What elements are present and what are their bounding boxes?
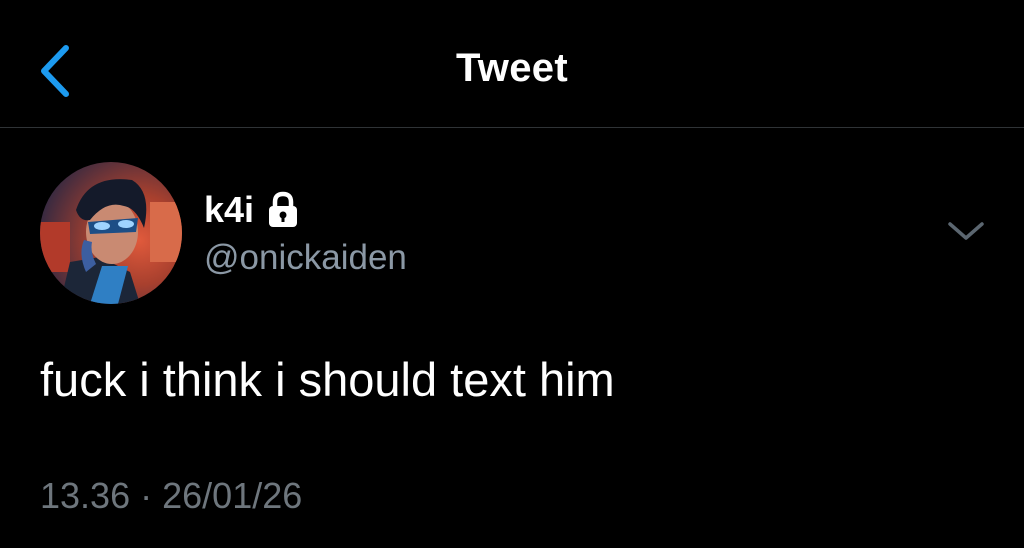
author-handle[interactable]: @onickaiden xyxy=(204,236,407,280)
lock-icon xyxy=(266,191,300,229)
tweet-detail: k4i @onickaiden fuck i think i should te… xyxy=(0,128,1024,548)
tweet-timestamp[interactable]: 13.36 · 26/01/26 xyxy=(40,474,302,518)
tweet-date: 26/01/26 xyxy=(162,475,303,516)
avatar[interactable] xyxy=(40,162,182,304)
more-options-button[interactable] xyxy=(944,216,988,246)
chevron-down-icon xyxy=(944,216,988,246)
meta-separator: · xyxy=(140,475,153,516)
tweet-time: 13.36 xyxy=(40,475,131,516)
page-title: Tweet xyxy=(456,46,568,90)
tweet-text: fuck i think i should text him xyxy=(40,353,615,406)
author-name-row: k4i xyxy=(204,188,300,232)
display-name[interactable]: k4i xyxy=(204,188,254,232)
top-nav-bar: Tweet xyxy=(0,0,1024,128)
